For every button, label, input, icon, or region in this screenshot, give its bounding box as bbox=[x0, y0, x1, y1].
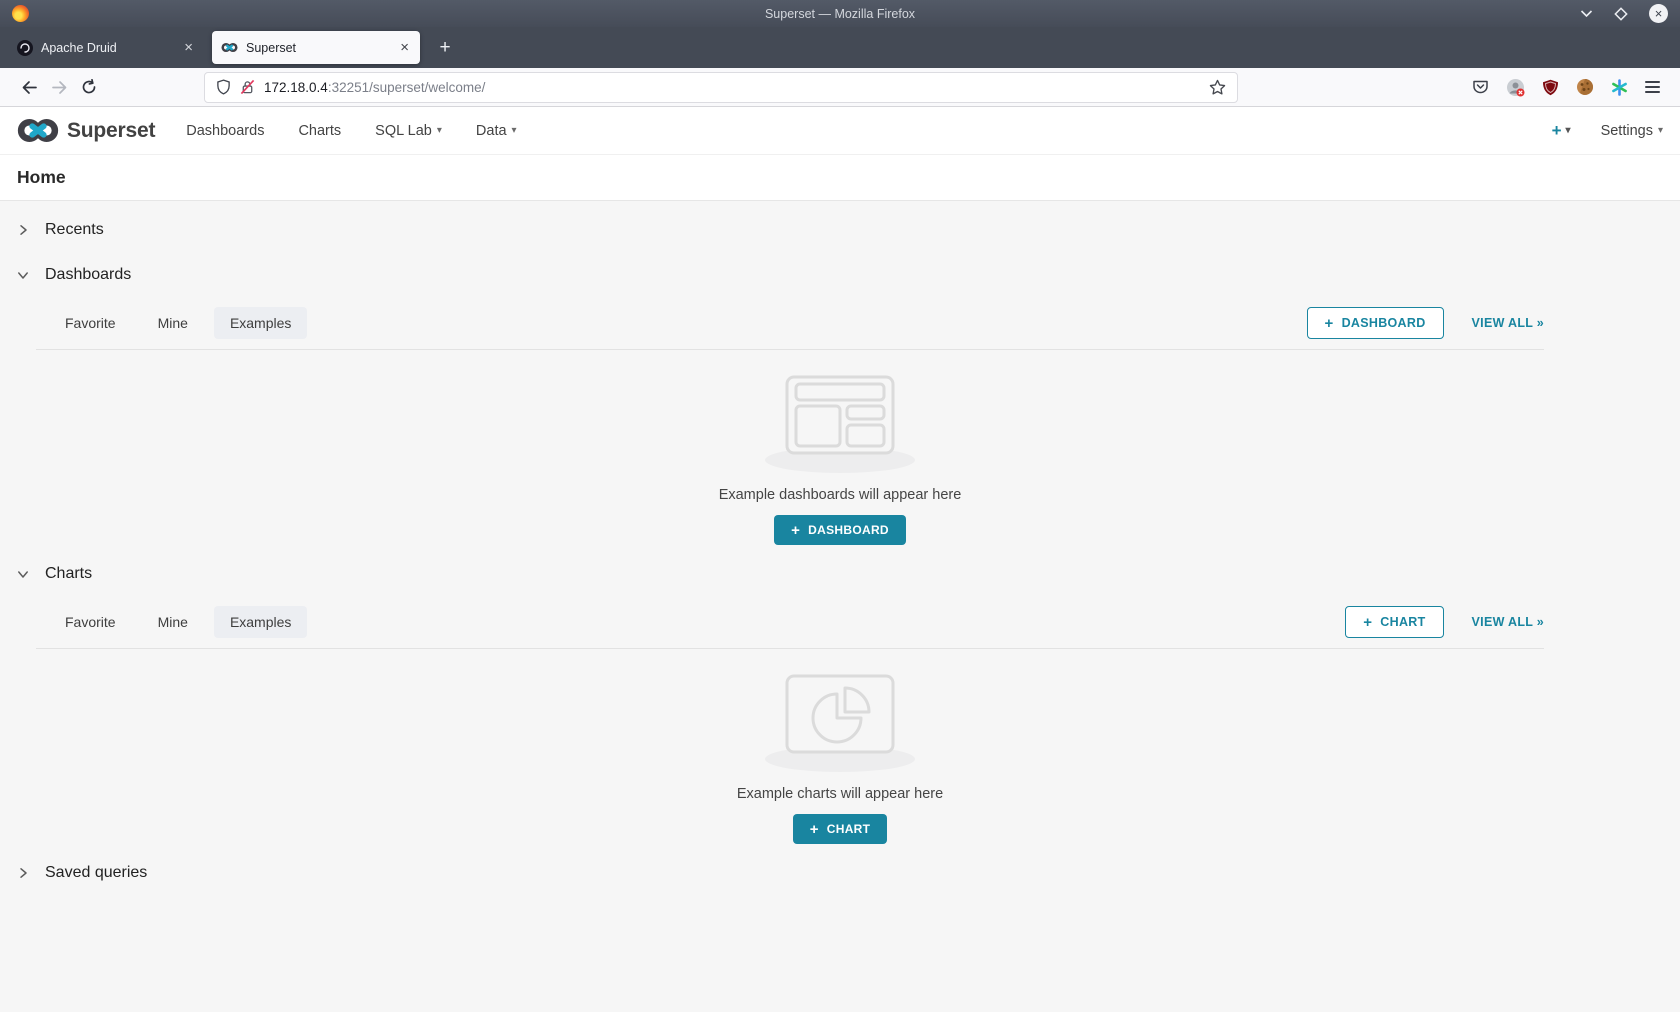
chevron-down-icon: ▾ bbox=[1658, 125, 1663, 136]
new-item-menu[interactable]: +▾ bbox=[1552, 121, 1571, 141]
chevron-down-icon bbox=[17, 269, 29, 281]
dashboard-empty-illustration-icon bbox=[785, 375, 895, 455]
plus-icon: + bbox=[1363, 614, 1372, 631]
tab-favorite[interactable]: Favorite bbox=[49, 307, 132, 339]
superset-logo[interactable]: Superset bbox=[17, 118, 155, 143]
create-chart-button[interactable]: +CHART bbox=[793, 814, 888, 844]
shield-icon[interactable] bbox=[216, 79, 231, 95]
tab-favorite[interactable]: Favorite bbox=[49, 606, 132, 638]
brand-name: Superset bbox=[67, 119, 155, 143]
toolbar-extensions bbox=[1472, 78, 1666, 97]
window-title: Superset — Mozilla Firefox bbox=[0, 7, 1680, 21]
page-title: Home bbox=[17, 167, 1663, 188]
section-charts[interactable]: Charts bbox=[0, 551, 1680, 596]
privacy-extension-icon[interactable] bbox=[1506, 78, 1525, 97]
charts-empty-state: Example charts will appear here +CHART bbox=[0, 649, 1680, 850]
plus-icon: + bbox=[810, 821, 819, 838]
superset-infinity-icon bbox=[17, 118, 59, 143]
superset-favicon bbox=[221, 42, 238, 53]
reload-icon[interactable] bbox=[74, 79, 104, 95]
nav-dashboards[interactable]: Dashboards bbox=[169, 123, 281, 139]
new-tab-button[interactable]: + bbox=[432, 37, 458, 59]
chevron-down-icon: ▾ bbox=[512, 125, 517, 136]
tab-superset[interactable]: Superset × bbox=[212, 31, 420, 64]
window-controls: × bbox=[1580, 4, 1668, 23]
add-chart-button[interactable]: +CHART bbox=[1345, 606, 1443, 638]
tab-apache-druid[interactable]: Apache Druid × bbox=[8, 31, 204, 64]
chevron-down-icon: ▾ bbox=[437, 125, 442, 136]
empty-state-text: Example charts will appear here bbox=[737, 786, 943, 802]
bookmark-star-icon[interactable] bbox=[1209, 79, 1226, 95]
url-path: :32251/superset/welcome/ bbox=[328, 80, 486, 95]
dashboards-submenu: Favorite Mine Examples +DASHBOARD VIEW A… bbox=[36, 297, 1544, 350]
back-icon[interactable] bbox=[14, 80, 44, 95]
ublock-origin-icon[interactable] bbox=[1542, 79, 1559, 96]
dashboards-empty-state: Example dashboards will appear here +DAS… bbox=[0, 350, 1680, 551]
cookie-extension-icon[interactable] bbox=[1576, 78, 1594, 96]
plus-icon: + bbox=[1325, 315, 1334, 332]
section-label: Recents bbox=[45, 221, 104, 239]
superset-navbar: Superset Dashboards Charts SQL Lab▾ Data… bbox=[0, 107, 1680, 155]
maximize-icon[interactable] bbox=[1614, 7, 1628, 21]
settings-menu[interactable]: Settings▾ bbox=[1601, 123, 1663, 139]
section-saved-queries[interactable]: Saved queries bbox=[0, 850, 1680, 895]
tab-examples[interactable]: Examples bbox=[214, 606, 307, 638]
browser-toolbar: 172.18.0.4:32251/superset/welcome/ bbox=[0, 68, 1680, 107]
firefox-logo-icon bbox=[12, 5, 29, 22]
chevron-right-icon bbox=[17, 867, 29, 879]
tab-mine[interactable]: Mine bbox=[142, 307, 204, 339]
asterisk-extension-icon[interactable] bbox=[1611, 79, 1628, 96]
charts-submenu: Favorite Mine Examples +CHART VIEW ALL » bbox=[36, 596, 1544, 649]
view-all-dashboards-link[interactable]: VIEW ALL » bbox=[1472, 316, 1544, 330]
empty-state-text: Example dashboards will appear here bbox=[719, 487, 962, 503]
window-titlebar: Superset — Mozilla Firefox × bbox=[0, 0, 1680, 27]
navbar-right: +▾ Settings▾ bbox=[1552, 121, 1663, 141]
plus-icon: + bbox=[1552, 121, 1562, 141]
chart-empty-illustration-icon bbox=[785, 674, 895, 754]
url-text: 172.18.0.4:32251/superset/welcome/ bbox=[264, 80, 485, 95]
apache-druid-favicon bbox=[17, 40, 33, 56]
section-label: Saved queries bbox=[45, 864, 147, 882]
tab-label: Superset bbox=[246, 41, 296, 55]
insecure-lock-icon[interactable] bbox=[240, 79, 255, 95]
chevron-down-icon: ▾ bbox=[1566, 125, 1571, 136]
chevron-down-icon bbox=[17, 568, 29, 580]
url-host: 172.18.0.4 bbox=[264, 80, 328, 95]
tab-close-icon[interactable]: × bbox=[182, 39, 195, 56]
view-all-charts-link[interactable]: VIEW ALL » bbox=[1472, 615, 1544, 629]
minimize-icon[interactable] bbox=[1580, 9, 1593, 18]
firefox-window: Superset — Mozilla Firefox × Apache Drui… bbox=[0, 0, 1680, 1012]
browser-tab-bar: Apache Druid × Superset × + bbox=[0, 27, 1680, 68]
section-dashboards[interactable]: Dashboards bbox=[0, 252, 1680, 297]
create-dashboard-button[interactable]: +DASHBOARD bbox=[774, 515, 906, 545]
nav-sql-lab[interactable]: SQL Lab▾ bbox=[358, 123, 459, 139]
charts-filter-tabs: Favorite Mine Examples bbox=[49, 606, 307, 638]
tab-close-icon[interactable]: × bbox=[398, 39, 411, 56]
home-content: Recents Dashboards Favorite Mine Example… bbox=[0, 201, 1680, 1012]
section-label: Charts bbox=[45, 565, 92, 583]
page-header: Home bbox=[0, 155, 1680, 201]
pocket-icon[interactable] bbox=[1472, 79, 1489, 95]
dashboards-filter-tabs: Favorite Mine Examples bbox=[49, 307, 307, 339]
chevron-right-icon bbox=[17, 224, 29, 236]
section-recents[interactable]: Recents bbox=[0, 207, 1680, 252]
close-icon[interactable]: × bbox=[1649, 4, 1668, 23]
url-bar[interactable]: 172.18.0.4:32251/superset/welcome/ bbox=[204, 72, 1238, 103]
tab-examples[interactable]: Examples bbox=[214, 307, 307, 339]
main-nav: Dashboards Charts SQL Lab▾ Data▾ bbox=[169, 123, 533, 139]
plus-icon: + bbox=[791, 522, 800, 539]
nav-data[interactable]: Data▾ bbox=[459, 123, 534, 139]
tab-label: Apache Druid bbox=[41, 41, 117, 55]
forward-icon[interactable] bbox=[44, 80, 74, 95]
tab-mine[interactable]: Mine bbox=[142, 606, 204, 638]
menu-icon[interactable] bbox=[1645, 81, 1660, 93]
add-dashboard-button[interactable]: +DASHBOARD bbox=[1307, 307, 1444, 339]
section-label: Dashboards bbox=[45, 266, 131, 284]
nav-charts[interactable]: Charts bbox=[281, 123, 358, 139]
